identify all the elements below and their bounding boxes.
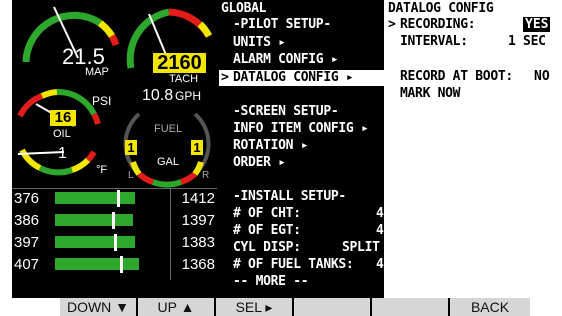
blank-softkey-1[interactable] [294,298,372,316]
interval-value: 1 SEC [508,34,546,49]
back-softkey[interactable]: BACK [450,298,530,316]
menu-item-num-cht-label[interactable]: # OF CHT: [233,207,301,221]
fuel-left-tag: L [128,170,134,181]
interval-label[interactable]: INTERVAL: [400,35,468,49]
menu-item-order[interactable]: ORDER ▸ [233,156,286,170]
menu-selector-arrow: > [221,70,229,85]
menu-more[interactable]: -- MORE -- [233,275,309,289]
menu-item-cyl-disp-value: SPLIT [342,240,380,255]
screen: 21.5 MAP 2160 TACH 10.8 GPH PSI 16 OIL 1… [0,0,562,316]
bar-fill [55,214,133,226]
oil-psi-value: 16 [50,110,76,126]
datalog-config-panel: DATALOG CONFIG > RECORDING: YES INTERVAL… [384,0,561,298]
install-setup-heading: -INSTALL SETUP- [233,189,346,204]
fuel-label: FUEL [154,123,183,135]
pilot-setup-heading: -PILOT SETUP- [233,17,331,32]
config-title: DATALOG CONFIG [388,1,494,16]
recording-label[interactable]: RECORDING: [400,18,476,32]
fuel-unit: GAL [157,156,180,168]
menu-item-fuel-tanks-label[interactable]: # OF FUEL TANKS: [233,258,354,272]
menu-item-datalog-config[interactable]: > DATALOG CONFIG ▸ [219,70,384,86]
bar-mark [117,190,120,207]
oil-temp-value: 1 [58,145,67,162]
down-softkey[interactable]: DOWN ▼ [60,298,138,316]
cht-value: 397 [14,234,40,251]
record-at-boot-value: NO [534,69,550,84]
cht-value: 407 [14,256,40,273]
map-label: MAP [85,66,109,78]
menu-item-num-egt-label[interactable]: # OF EGT: [233,224,301,238]
fuel-right-value: 1 [191,140,203,155]
cht-value: 386 [14,212,40,229]
menu-item-num-egt-value: 4 [376,223,384,238]
engine-monitor-display: 21.5 MAP 2160 TACH 10.8 GPH PSI 16 OIL 1… [12,0,561,298]
egt-value: 1383 [181,234,215,251]
bar-mark [114,234,117,251]
menu-item-cyl-disp-label[interactable]: CYL DISP: [233,241,301,255]
blank-softkey-2[interactable] [372,298,450,316]
record-at-boot-label[interactable]: RECORD AT BOOT: [400,70,513,84]
menu-item-num-cht-value: 4 [376,206,384,221]
bar-mark [112,212,115,229]
egt-value: 1412 [181,190,215,207]
menu-item-datalog-config-label: DATALOG CONFIG ▸ [233,70,354,85]
egt-value: 1397 [181,212,215,229]
tach-value: 2160 [153,53,206,73]
sel-softkey[interactable]: SEL ▸ [216,298,294,316]
oil-psi-unit: PSI [92,94,112,108]
bar-mark [120,256,123,273]
mark-now[interactable]: MARK NOW [400,87,461,101]
bar-fill [55,258,139,270]
cht-value: 376 [14,190,40,207]
recording-value[interactable]: YES [523,17,551,32]
up-softkey[interactable]: UP ▲ [138,298,216,316]
config-selector-arrow: > [388,17,396,32]
bar-fill [55,192,135,204]
bar-fill [55,236,135,248]
menu-item-alarm-config[interactable]: ALARM CONFIG ▸ [233,53,339,67]
menu-title: GLOBAL [221,1,267,16]
menu-item-info-item-config[interactable]: INFO ITEM CONFIG ▸ [233,122,369,136]
egt-value: 1368 [181,256,215,273]
menu-item-fuel-tanks-value: 4 [376,257,384,272]
tach-label: TACH [169,73,199,85]
menu-item-units[interactable]: UNITS ▸ [233,36,286,50]
map-gauge [22,6,120,63]
menu-item-rotation[interactable]: ROTATION ▸ [233,139,309,153]
oil-label: OIL [53,128,71,140]
oil-temp-unit: °F [96,164,108,176]
fuel-right-tag: R [202,170,210,181]
temperature-bars: 376 1412 386 1397 397 1383 407 1368 [12,188,217,280]
fuel-left-value: 1 [125,140,137,155]
softkey-bar: DOWN ▼ UP ▲ SEL ▸ BACK [60,298,530,316]
screen-setup-heading: -SCREEN SETUP- [233,104,339,119]
